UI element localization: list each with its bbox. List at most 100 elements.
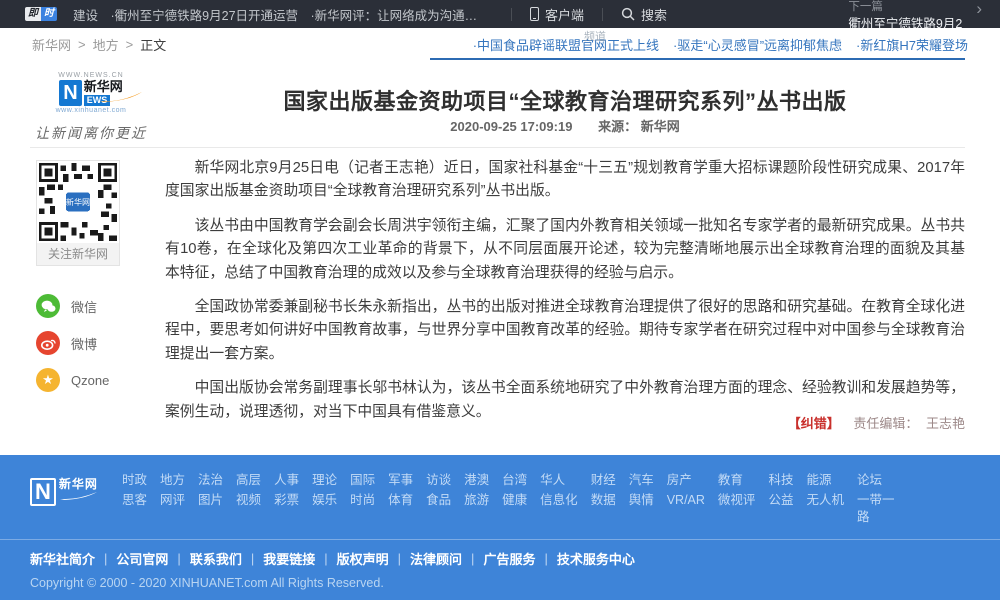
footer-channel[interactable]: 视频 bbox=[236, 492, 261, 509]
footer-channel[interactable]: 台湾 bbox=[502, 472, 527, 489]
chevron-right-icon[interactable]: › bbox=[976, 0, 982, 21]
weibo-label: 微博 bbox=[71, 334, 97, 353]
next-article-title: 衢州至宁德铁路9月2 bbox=[848, 17, 962, 28]
svg-text:新华网: 新华网 bbox=[66, 197, 90, 207]
paragraph: 全国政协常委兼副秘书长朱永新指出，丛书的出版对推进全球教育治理提供了很好的思路和… bbox=[165, 296, 965, 366]
footer-link-separator: | bbox=[398, 551, 401, 566]
footer-channel[interactable]: 财经 bbox=[591, 472, 616, 489]
breadcrumb-section[interactable]: 地方 bbox=[93, 35, 119, 54]
footer-channel[interactable]: 汽车 bbox=[629, 472, 654, 489]
headline-link[interactable]: ·中国食品辟谣联盟官网正式上线 bbox=[473, 35, 659, 54]
footer-channel[interactable]: 信息化 bbox=[540, 492, 578, 509]
footer-link-separator: | bbox=[471, 551, 474, 566]
footer-channel[interactable]: 港澳 bbox=[464, 472, 489, 489]
footer-channel[interactable]: 时尚 bbox=[350, 492, 375, 509]
news-ticker[interactable]: 建设 ·衢州至宁德铁路9月27日开通运营 ·新华网评：让网络成为沟通… bbox=[73, 5, 511, 24]
footer-channel[interactable]: 数据 bbox=[591, 492, 616, 509]
correction-button[interactable]: 【纠错】 bbox=[788, 416, 840, 431]
source-link[interactable]: 新华网 bbox=[641, 119, 680, 134]
footer-channel[interactable]: 无人机 bbox=[806, 492, 844, 509]
breadcrumb-home[interactable]: 新华网 bbox=[32, 35, 71, 54]
xinhuanet-article-page: 即 时 建设 ·衢州至宁德铁路9月27日开通运营 ·新华网评：让网络成为沟通… … bbox=[0, 0, 1000, 600]
qr-caption: 关注新华网 bbox=[37, 243, 119, 265]
footer-link[interactable]: 版权声明 bbox=[337, 549, 389, 568]
next-article[interactable]: 下一篇 衢州至宁德铁路9月2 › bbox=[848, 0, 1000, 28]
footer-link[interactable]: 法律顾问 bbox=[410, 549, 462, 568]
editor-line: 【纠错】 责任编辑： 王志艳 bbox=[165, 413, 965, 432]
footer-channel[interactable]: 人事 bbox=[274, 472, 299, 489]
footer-channel[interactable]: 教育 bbox=[718, 472, 756, 489]
footer-channel[interactable]: 高层 bbox=[236, 472, 261, 489]
footer-logo-swoosh-icon bbox=[59, 491, 99, 501]
footer-links: 新华社简介| 公司官网| 联系我们| 我要链接| 版权声明| 法律顾问| 广告服… bbox=[30, 549, 970, 568]
footer-logo-n: N bbox=[30, 478, 56, 506]
top-bar: 即 时 建设 ·衢州至宁德铁路9月27日开通运营 ·新华网评：让网络成为沟通… … bbox=[0, 0, 1000, 28]
footer-channel[interactable]: 科技 bbox=[768, 472, 793, 489]
editor-name: 王志艳 bbox=[926, 416, 965, 431]
footer-channel[interactable]: 地方 bbox=[160, 472, 185, 489]
footer-link[interactable]: 技术服务中心 bbox=[557, 549, 635, 568]
share-wechat[interactable]: 微信 bbox=[36, 294, 148, 318]
logo-left-glyph: 即 bbox=[25, 7, 41, 21]
headline-links: ·中国食品辟谣联盟官网正式上线 ·驱走“心灵感冒”远离抑郁焦虑 ·新红旗H7荣耀… bbox=[473, 35, 968, 54]
footer-channel[interactable]: 房产 bbox=[667, 472, 705, 489]
site-slogan: 让新闻离你更近 bbox=[32, 123, 150, 143]
footer-channel[interactable]: 微视评 bbox=[718, 492, 756, 509]
footer-channel[interactable]: 法治 bbox=[198, 472, 223, 489]
instant-news-logo[interactable]: 即 时 bbox=[25, 7, 57, 21]
footer-link[interactable]: 联系我们 bbox=[190, 549, 242, 568]
search-button[interactable]: 搜索 bbox=[603, 5, 685, 24]
footer-link-separator: | bbox=[104, 551, 107, 566]
footer-channel-columns: 时政思客 地方网评 法治图片 高层视频 人事彩票 理论娱乐 国际时尚 军事体育 … bbox=[122, 472, 899, 526]
footer-channel[interactable]: 一带一路 bbox=[857, 492, 899, 526]
channel-tooltip: 频道 bbox=[584, 28, 606, 44]
footer-channel[interactable]: 时政 bbox=[122, 472, 147, 489]
site-logo[interactable]: WWW.NEWS.CN N 新华网 EWS www.xinhuanet.com … bbox=[32, 72, 150, 143]
footer-link-separator: | bbox=[177, 551, 180, 566]
footer-channel[interactable]: 旅游 bbox=[464, 492, 489, 509]
footer-channel[interactable]: 网评 bbox=[160, 492, 185, 509]
client-button[interactable]: 客户端 bbox=[512, 5, 602, 24]
wechat-label: 微信 bbox=[71, 297, 97, 316]
footer-channel[interactable]: 图片 bbox=[198, 492, 223, 509]
share-weibo[interactable]: 微博 bbox=[36, 331, 148, 355]
headline-link[interactable]: ·新红旗H7荣耀登场 bbox=[856, 35, 968, 54]
footer-link[interactable]: 广告服务 bbox=[483, 549, 535, 568]
footer-channel[interactable]: VR/AR bbox=[667, 492, 705, 509]
article-body: 新华网北京9月25日电（记者王志艳）近日，国家社科基金“十三五”规划教育学重大招… bbox=[165, 157, 965, 435]
producer-text: 制作单位：新华网股份有限公司 bbox=[30, 596, 205, 600]
copyright-line: Copyright © 2000 - 2020 XINHUANET.com Al… bbox=[30, 576, 970, 590]
footer-channel[interactable]: 国际 bbox=[350, 472, 375, 489]
footer-link[interactable]: 我要链接 bbox=[263, 549, 315, 568]
share-qzone[interactable]: ★ Qzone bbox=[36, 368, 148, 392]
footer-channel[interactable]: 舆情 bbox=[629, 492, 654, 509]
footer-logo[interactable]: N 新华网 bbox=[30, 478, 114, 506]
footer-channel[interactable]: 思客 bbox=[122, 492, 147, 509]
source-label: 来源： bbox=[598, 119, 637, 134]
share-sidebar: 新华网 关注新华网 微信 微博 ★ Qzone bbox=[36, 160, 148, 392]
footer-channel[interactable]: 华人 bbox=[540, 472, 578, 489]
site-footer: N 新华网 时政思客 地方网评 法治图片 高层视频 人事彩票 理论娱乐 国际时尚 bbox=[0, 455, 1000, 600]
search-icon bbox=[621, 7, 635, 21]
next-article-label: 下一篇 bbox=[848, 0, 962, 14]
footer-channel[interactable]: 体育 bbox=[388, 492, 413, 509]
footer-channel[interactable]: 彩票 bbox=[274, 492, 299, 509]
footer-channel[interactable]: 娱乐 bbox=[312, 492, 337, 509]
footer-channel[interactable]: 能源 bbox=[806, 472, 844, 489]
breadcrumb-separator: > bbox=[78, 37, 86, 52]
footer-link[interactable]: 公司官网 bbox=[116, 549, 168, 568]
footer-channel[interactable]: 军事 bbox=[388, 472, 413, 489]
footer-channel[interactable]: 健康 bbox=[502, 492, 527, 509]
footer-channel[interactable]: 理论 bbox=[312, 472, 337, 489]
footer-link[interactable]: 新华社简介 bbox=[30, 549, 95, 568]
footer-channel[interactable]: 食品 bbox=[426, 492, 451, 509]
footer-channel[interactable]: 论坛 bbox=[857, 472, 899, 489]
headline-link[interactable]: ·驱走“心灵感冒”远离抑郁焦虑 bbox=[673, 35, 842, 54]
logo-swoosh-icon bbox=[98, 90, 144, 104]
footer-channel[interactable]: 公益 bbox=[768, 492, 793, 509]
footer-link-separator: | bbox=[251, 551, 254, 566]
qr-panel: 新华网 关注新华网 bbox=[36, 160, 120, 266]
footer-channel[interactable]: 访谈 bbox=[426, 472, 451, 489]
search-label: 搜索 bbox=[641, 5, 667, 24]
weibo-icon bbox=[36, 331, 60, 355]
